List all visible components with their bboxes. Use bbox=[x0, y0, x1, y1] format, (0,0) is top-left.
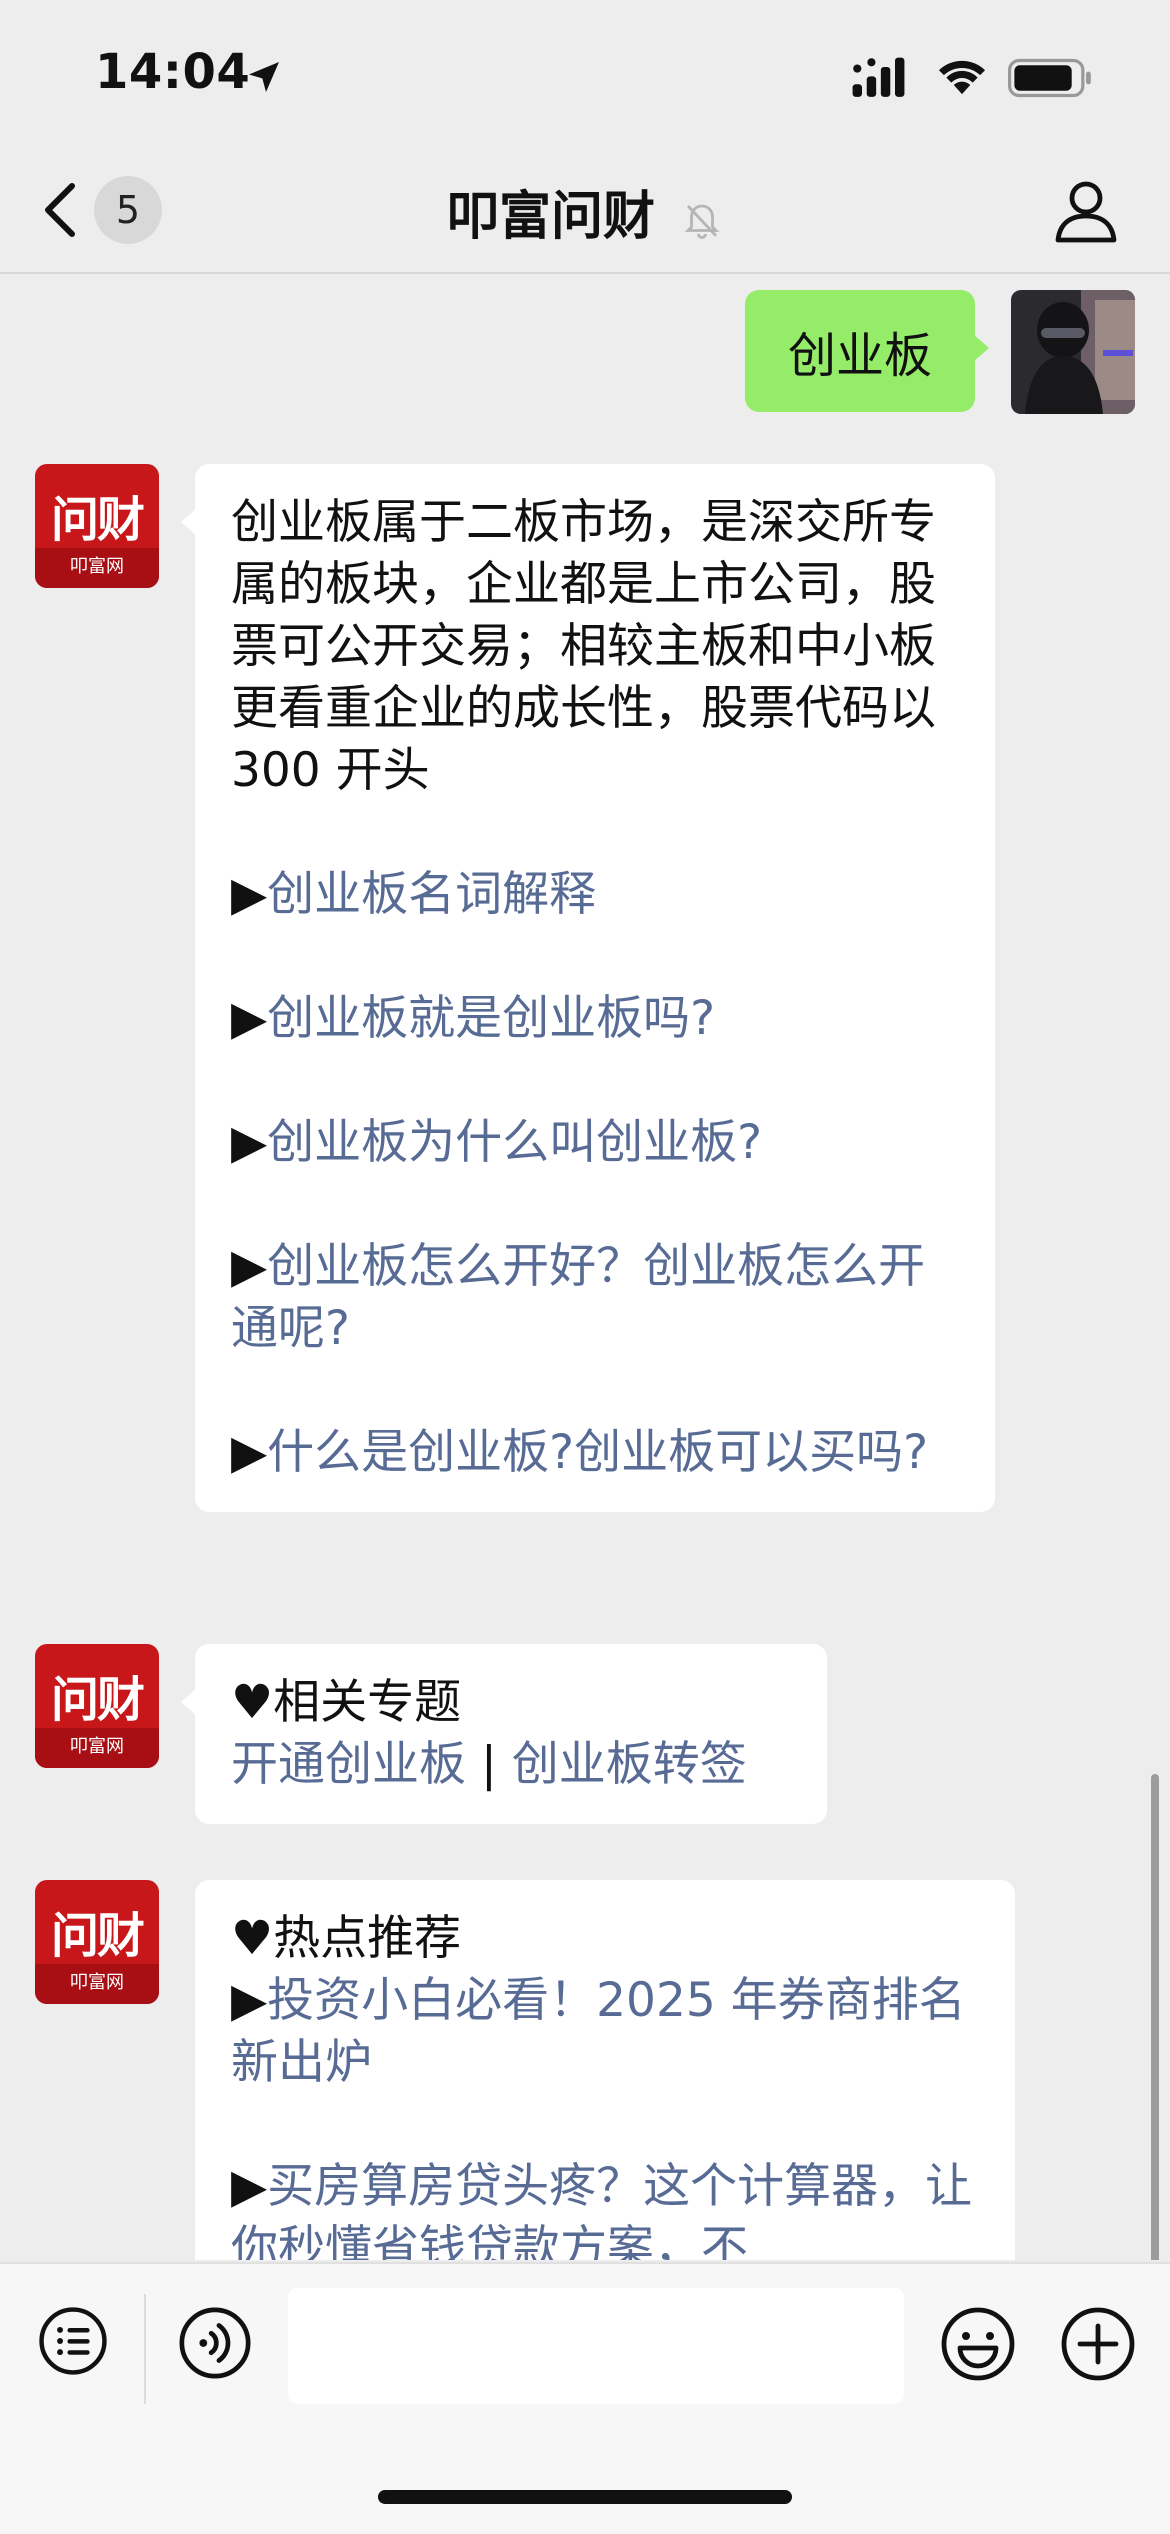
bot-avatar-sub: 叩富网 bbox=[70, 556, 124, 577]
topic-separator: | bbox=[466, 1737, 512, 1792]
wifi-icon bbox=[938, 60, 986, 95]
related-link-item[interactable]: ▶创业板为什么叫创业板? bbox=[231, 1112, 959, 1174]
bot-avatar-logo: 问财 bbox=[50, 1672, 145, 1728]
signal-icon bbox=[852, 57, 905, 97]
topic-heading: ♥相关专题 bbox=[231, 1675, 462, 1730]
hot-link-item[interactable]: ▶买房算房贷头疼？这个计算器，让你秒懂省钱贷款方案，不 bbox=[231, 2156, 979, 2260]
bot-avatar[interactable]: 问财 叩富网 bbox=[35, 464, 159, 588]
hot-heading: ♥热点推荐 bbox=[231, 1911, 462, 1966]
home-indicator[interactable] bbox=[378, 2490, 792, 2504]
topic-link[interactable]: 开通创业板 bbox=[231, 1737, 466, 1792]
chat-title: 叩富问财 bbox=[446, 187, 655, 247]
voice-icon[interactable] bbox=[176, 2304, 254, 2382]
bell-muted-icon bbox=[684, 204, 720, 239]
bot-message-bubble[interactable]: 创业板属于二板市场，是深交所专属的板块，企业都是上市公司，股票可公开交易；相较主… bbox=[181, 464, 995, 1512]
menu-list-icon[interactable] bbox=[36, 2304, 110, 2378]
related-link[interactable]: 什么是创业板?创业板可以买吗? bbox=[267, 1425, 928, 1480]
battery-icon bbox=[1008, 58, 1091, 98]
user-avatar[interactable] bbox=[1011, 290, 1135, 414]
location-arrow-icon bbox=[249, 62, 279, 92]
bot-message-bubble[interactable]: ♥热点推荐 ▶投资小白必看！2025 年券商排名新出炉 ▶买房算房贷头疼？这个计… bbox=[195, 1880, 1015, 2260]
user-avatar-image bbox=[1011, 290, 1135, 414]
hot-link[interactable]: 投资小白必看！2025 年券商排名新出炉 bbox=[231, 1973, 966, 2090]
message-input[interactable] bbox=[288, 2288, 904, 2404]
scrollbar[interactable] bbox=[1151, 1774, 1159, 2260]
bot-avatar[interactable]: 问财 叩富网 bbox=[35, 1644, 159, 1768]
related-link-item[interactable]: ▶什么是创业板?创业板可以买吗? bbox=[231, 1422, 959, 1484]
bot-avatar-sub: 叩富网 bbox=[70, 1972, 124, 1993]
bot-avatar-logo: 问财 bbox=[50, 492, 145, 548]
plus-icon[interactable] bbox=[1058, 2304, 1138, 2384]
bot-avatar[interactable]: 问财 叩富网 bbox=[35, 1880, 159, 2004]
emoji-icon[interactable] bbox=[938, 2304, 1018, 2384]
topic-links: 开通创业板 | 创业板转签 bbox=[231, 1734, 791, 1796]
bot-message-bubble[interactable]: ♥相关专题 开通创业板 | 创业板转签 bbox=[181, 1644, 827, 1824]
input-divider bbox=[144, 2294, 146, 2404]
related-link-item[interactable]: ▶创业板怎么开好？创业板怎么开通呢? bbox=[231, 1236, 959, 1360]
user-message-text: 创业板 bbox=[787, 328, 932, 384]
related-link[interactable]: 创业板为什么叫创业板? bbox=[267, 1115, 762, 1170]
related-link[interactable]: 创业板就是创业板吗? bbox=[267, 991, 715, 1046]
status-bar: 14:04 bbox=[0, 0, 1170, 150]
bot-avatar-sub: 叩富网 bbox=[70, 1736, 124, 1757]
topic-link[interactable]: 创业板转签 bbox=[512, 1737, 747, 1792]
related-link[interactable]: 创业板怎么开好？创业板怎么开通呢? bbox=[231, 1239, 925, 1356]
bot-message-text: 创业板属于二板市场，是深交所专属的板块，企业都是上市公司，股票可公开交易；相较主… bbox=[231, 495, 936, 798]
related-link-item[interactable]: ▶创业板名词解释 bbox=[231, 864, 959, 926]
user-message-bubble[interactable]: 创业板 bbox=[745, 290, 989, 412]
bot-avatar-logo: 问财 bbox=[50, 1908, 145, 1964]
person-icon[interactable] bbox=[1050, 174, 1122, 246]
hot-link-item[interactable]: ▶投资小白必看！2025 年券商排名新出炉 bbox=[231, 1970, 979, 2094]
related-link-item[interactable]: ▶创业板就是创业板吗? bbox=[231, 988, 959, 1050]
related-link[interactable]: 创业板名词解释 bbox=[267, 867, 596, 922]
hot-link[interactable]: 买房算房贷头疼？这个计算器，让你秒懂省钱贷款方案，不 bbox=[231, 2159, 972, 2260]
chat-title-wrap: 叩富问财 bbox=[0, 174, 1170, 249]
status-time: 14:04 bbox=[95, 44, 251, 100]
chat-header: 5 叩富问财 bbox=[0, 150, 1170, 274]
